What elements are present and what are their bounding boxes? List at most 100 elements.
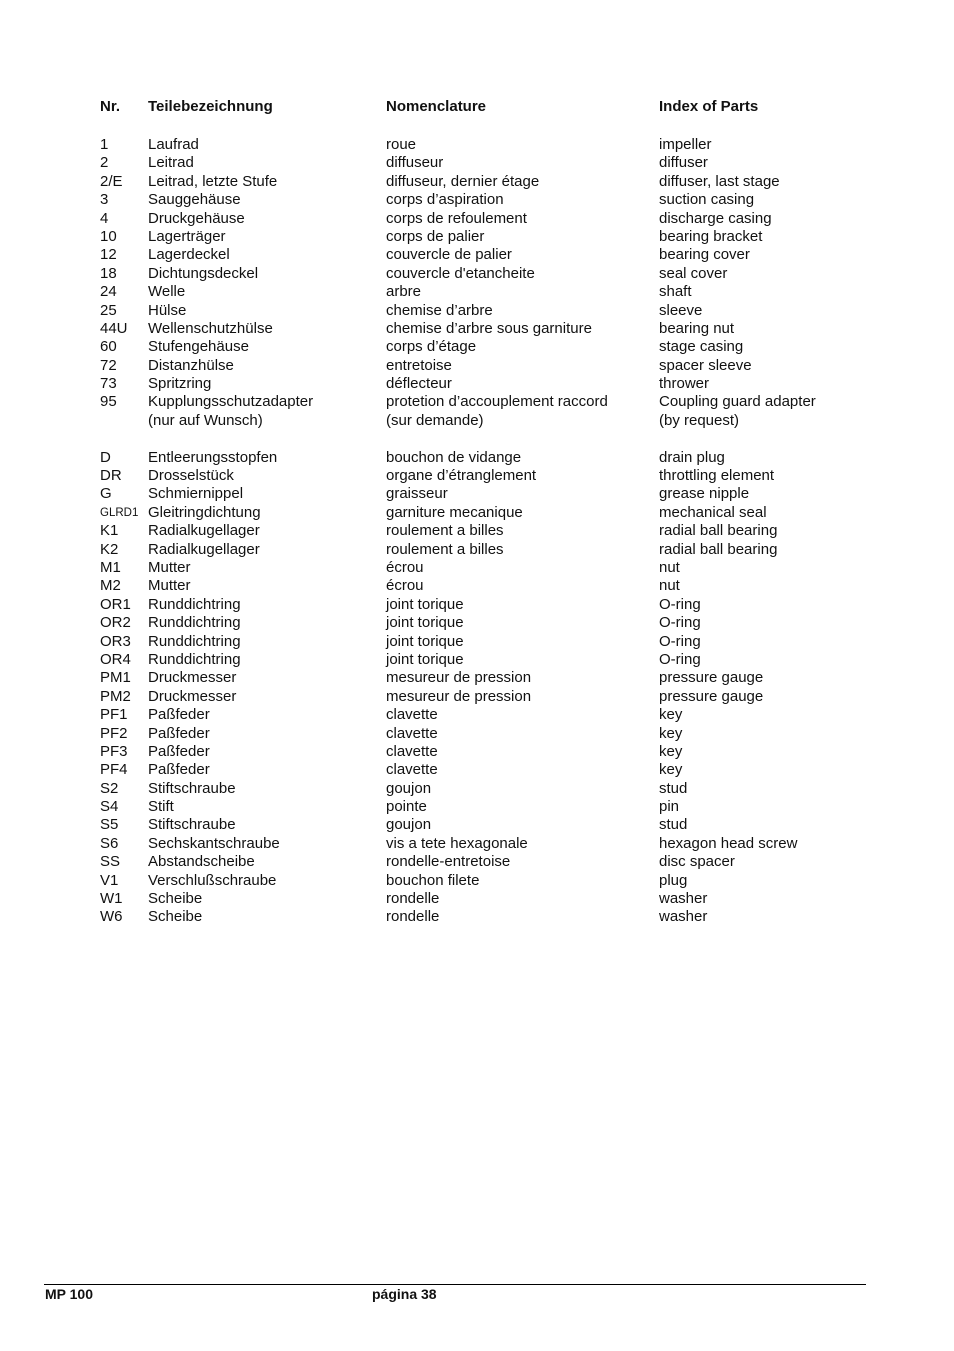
english-name: pressure gauge	[659, 687, 764, 705]
english-name: nut	[659, 577, 680, 595]
part-number: W1	[100, 890, 123, 908]
part-number: OR2	[100, 614, 131, 632]
table-row: PF3 Paßfeder clavette key	[0, 743, 954, 761]
english-name: pressure gauge	[659, 669, 764, 687]
german-name: Lagerdeckel	[148, 246, 230, 264]
german-name: Distanzhülse	[148, 356, 234, 374]
table-row: M1 Mutter écrou nut	[0, 559, 954, 577]
table-row: DR Drosselstück organe d’étranglement throt…	[0, 467, 954, 485]
table-row: S4 Stift pointe pin	[0, 798, 954, 816]
english-name: shaft	[659, 283, 692, 301]
english-name: diffuser	[659, 154, 708, 172]
english-name: bearing nut	[659, 319, 735, 337]
part-number: M1	[100, 558, 121, 576]
french-name: joint torique	[386, 614, 464, 632]
french-name: vis a tete hexagonale	[386, 834, 528, 852]
english-name: diffuser, last stage	[659, 172, 780, 190]
english-name: discharge casing	[659, 209, 772, 227]
part-number: PM2	[100, 687, 131, 705]
part-number: 1	[100, 136, 109, 153]
document-page: Nr. Teilebezeichnung Nomenclature Index …	[0, 0, 954, 1351]
german-name: Dichtungsdeckel	[148, 264, 259, 282]
table-row: K1 Radialkugellager roulement a billes radi…	[0, 522, 954, 540]
english-name: stud	[659, 779, 688, 797]
french-name: bouchon filete	[386, 871, 480, 889]
english-name: seal cover	[659, 264, 728, 282]
part-number: K2	[100, 540, 119, 558]
part-number: DR	[100, 467, 122, 485]
part-number: PF4	[100, 761, 128, 779]
table-row: 60 Stufengehäuse corps d’étage stage casing	[0, 338, 954, 356]
part-number: 10	[100, 227, 117, 245]
table-row: 18 Dichtungsdeckel couvercle d'etancheite s…	[0, 265, 954, 283]
german-name: Leitrad	[148, 154, 194, 172]
table-row: PM1 Druckmesser mesureur de pression pressu…	[0, 669, 954, 687]
part-number: S2	[100, 779, 119, 797]
german-name: Gleitringdichtung	[148, 503, 261, 521]
german-name: Mutter	[148, 577, 191, 595]
part-number: 24	[100, 283, 117, 301]
english-name: key	[659, 742, 683, 760]
french-name: déflecteur	[386, 375, 452, 393]
french-name: roulement a billes	[386, 540, 504, 558]
german-name: Stiftschraube	[148, 779, 236, 797]
english-name: nut	[659, 558, 680, 576]
french-name: diffuseur	[386, 154, 444, 172]
german-name: Stiftschraube	[148, 816, 236, 834]
english-name: pin	[659, 798, 680, 816]
part-number: OR4	[100, 650, 131, 668]
french-name: joint torique	[386, 595, 464, 613]
table-row: 25 Hülse chemise d’arbre sleeve	[0, 302, 954, 320]
german-name: Paßfeder	[148, 706, 210, 724]
german-name: Stift	[148, 798, 174, 816]
part-number: 44U	[100, 319, 128, 337]
german-name: Wellenschutzhülse	[148, 319, 273, 337]
french-name: clavette	[386, 724, 438, 742]
table-row: 73 Spritzring déflecteur thrower	[0, 375, 954, 393]
english-name: radial ball bearing	[659, 540, 778, 558]
german-name: Leitrad, letzte Stufe	[148, 172, 278, 190]
german-name: Paßfeder	[148, 724, 210, 742]
english-name: throttling element	[659, 467, 775, 485]
english-name: O-ring	[659, 595, 701, 613]
german-name: Mutter	[148, 558, 191, 576]
french-name: couvercle de palier	[386, 246, 512, 264]
part-number: PF3	[100, 742, 128, 760]
german-name: Runddichtring	[148, 595, 241, 613]
french-name: garniture mecanique	[386, 503, 523, 521]
table-row: OR2 Runddichtring joint torique O-ring	[0, 614, 954, 632]
french-name: écrou	[386, 577, 424, 595]
french-name: chemise d’arbre	[386, 301, 493, 319]
english-name: thrower	[659, 375, 710, 393]
part-number: S5	[100, 816, 119, 834]
table-row: 95 Kupplungsschutzadapter protetion d’acco…	[0, 393, 954, 411]
part-number: GLRD1	[100, 506, 139, 519]
french-name: corps de palier	[386, 227, 485, 245]
english-name: key	[659, 706, 683, 724]
english-name: stage casing	[659, 338, 744, 356]
table-row: S2 Stiftschraube goujon stud	[0, 780, 954, 798]
english-name: (by request)	[659, 411, 740, 429]
german-name: Spritzring	[148, 375, 212, 393]
german-name: Paßfeder	[148, 761, 210, 779]
french-name: roue	[386, 136, 417, 153]
part-number: D	[100, 448, 111, 466]
table-row: 10 Lagerträger corps de palier bearing brac…	[0, 228, 954, 246]
french-name: bouchon de vidange	[386, 448, 522, 466]
english-name: Coupling guard adapter	[659, 393, 816, 411]
french-name: mesureur de pression	[386, 669, 532, 687]
table-row: 1 Laufrad roue impeller	[0, 136, 954, 154]
part-number: 18	[100, 264, 117, 282]
part-number: S4	[100, 798, 119, 816]
german-name: Stufengehäuse	[148, 338, 249, 356]
french-name: clavette	[386, 706, 438, 724]
table-row: OR1 Runddichtring joint torique O-ring	[0, 596, 954, 614]
english-name: grease nipple	[659, 485, 750, 503]
french-name: roulement a billes	[386, 522, 504, 540]
french-name: corps d’aspiration	[386, 191, 504, 209]
part-number: 95	[100, 393, 117, 411]
french-name: rondelle-entretoise	[386, 853, 511, 871]
table-row: (nur auf Wunsch) (sur demande) (by request…	[0, 412, 954, 430]
french-name: goujon	[386, 779, 432, 797]
part-number: PF2	[100, 724, 128, 742]
